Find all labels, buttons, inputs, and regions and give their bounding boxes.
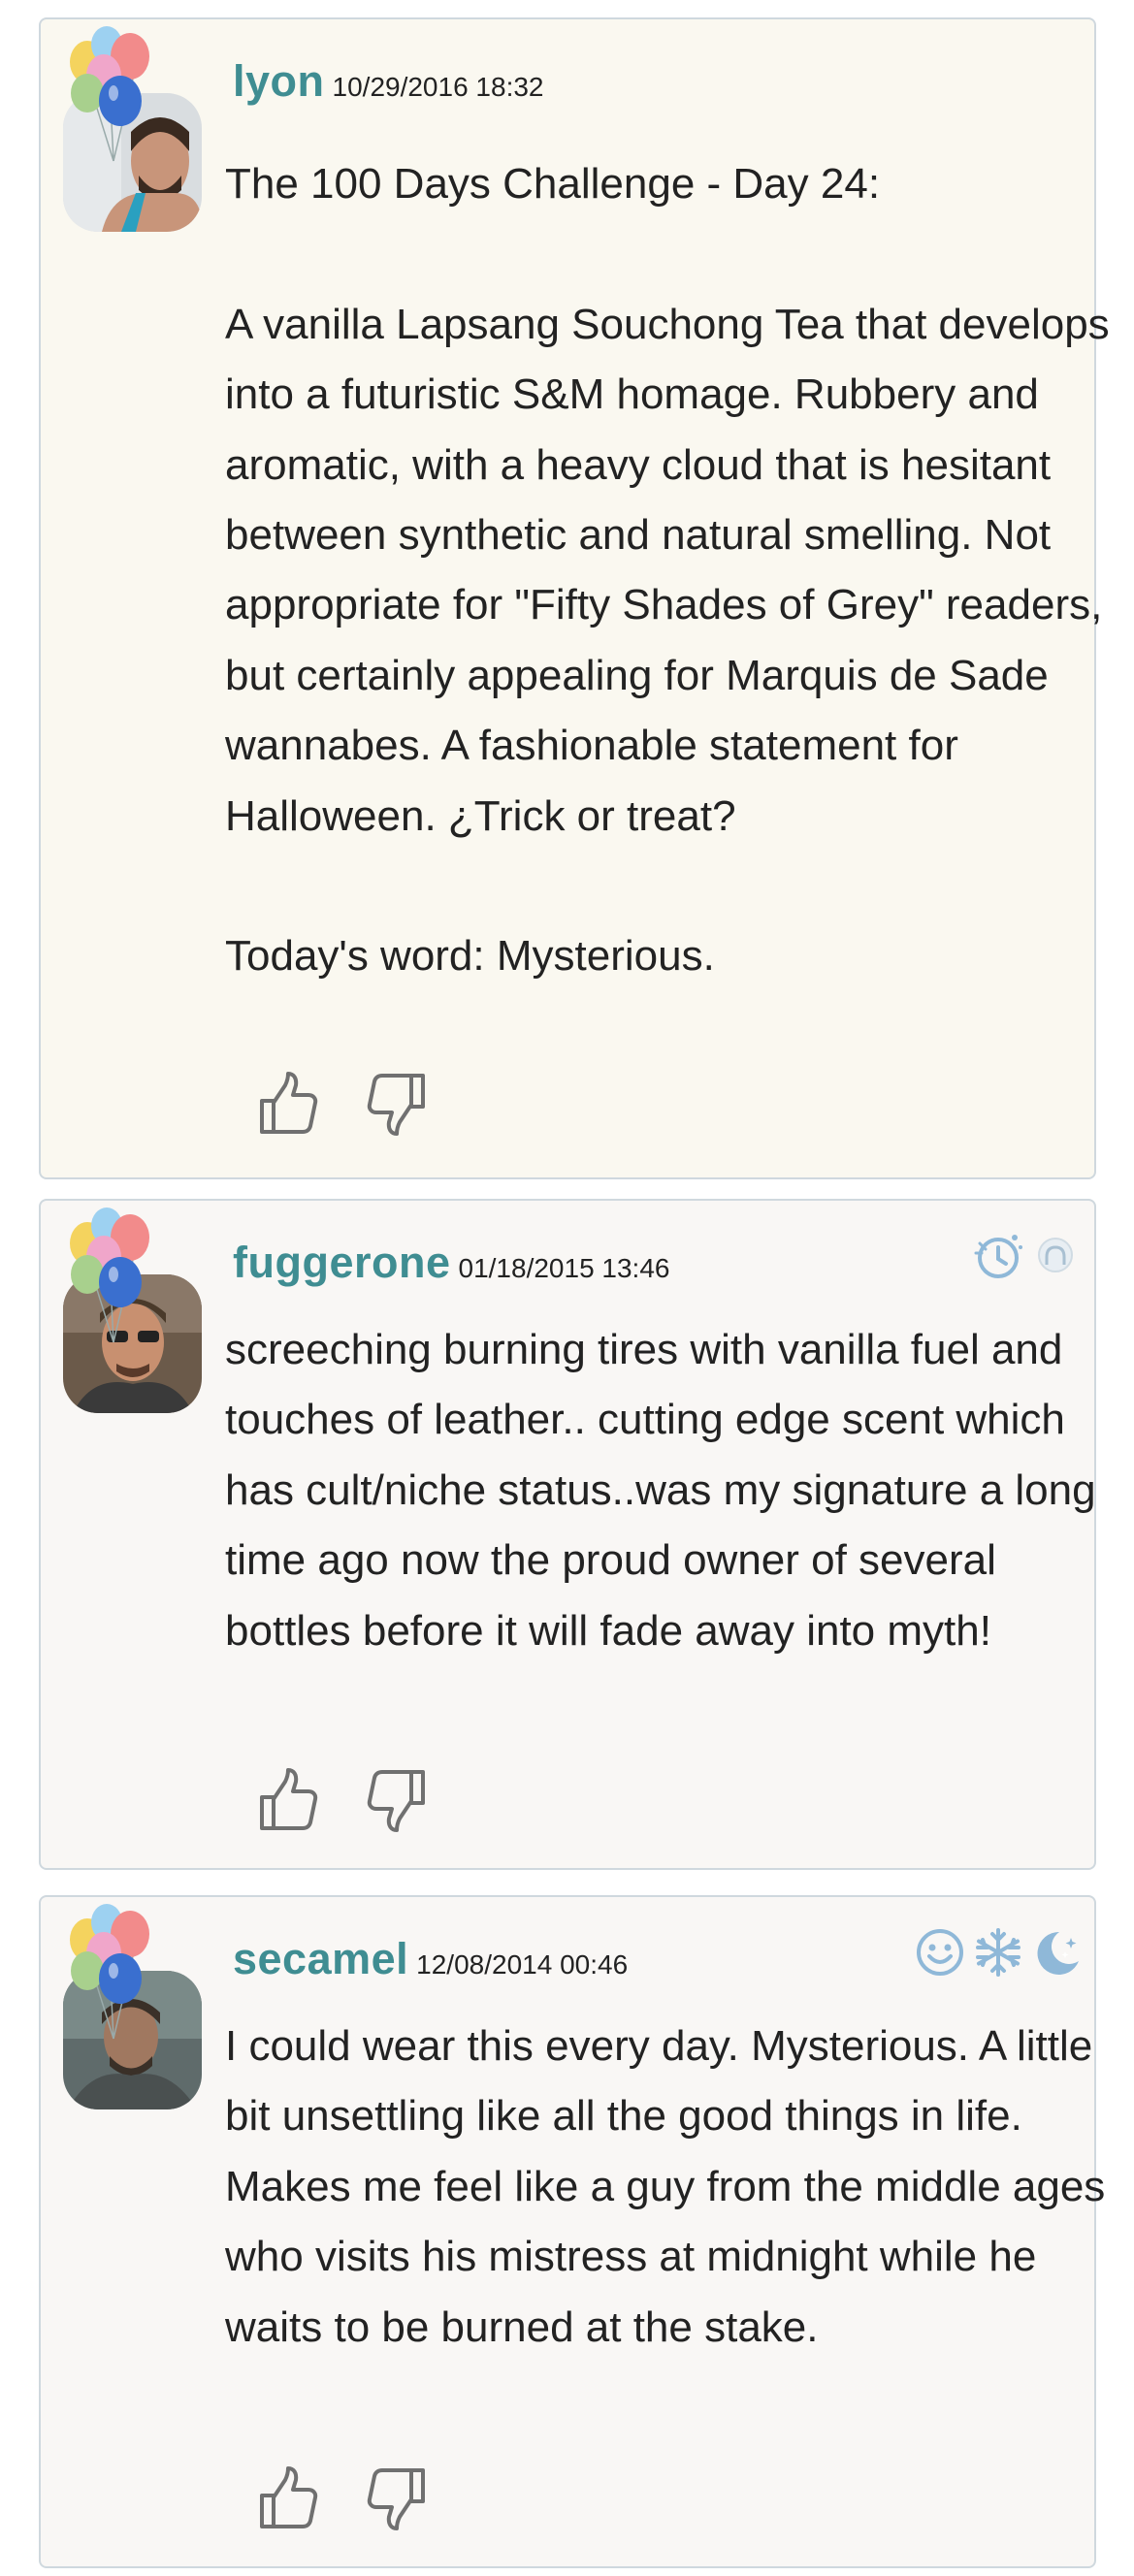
review-header: lyon 10/29/2016 18:32 [233, 56, 544, 107]
avatar-group[interactable] [60, 1903, 206, 2126]
thumbs-down-icon[interactable] [363, 1766, 431, 1834]
username-link[interactable]: lyon [233, 56, 325, 106]
thumbs-up-icon[interactable] [254, 1766, 322, 1834]
avatar-group[interactable] [60, 1207, 206, 1430]
vote-controls [254, 1070, 448, 1138]
thumbs-up-icon[interactable] [254, 1070, 322, 1138]
username-link[interactable]: secamel [233, 1934, 408, 1983]
review-card: secamel 12/08/2014 00:46 I could wear th… [39, 1895, 1105, 2568]
user-silhouette-icon[interactable] [1036, 1236, 1075, 1274]
snowflake-icon[interactable] [972, 1926, 1024, 1979]
thumbs-up-icon[interactable] [254, 2464, 322, 2532]
badge-group [914, 1926, 1088, 1984]
vote-controls [254, 1766, 448, 1834]
balloons-icon [60, 1903, 167, 2048]
avatar-group[interactable] [60, 25, 206, 248]
review-text: I could wear this every day. Mysterious.… [225, 2022, 1106, 2351]
balloons-icon [60, 25, 167, 171]
clock-icon[interactable] [972, 1230, 1024, 1282]
thumbs-down-icon[interactable] [363, 2464, 431, 2532]
review-timestamp: 12/08/2014 00:46 [416, 1949, 629, 1980]
review-text: screeching burning tires with vanilla fu… [225, 1326, 1096, 1655]
balloons-icon [60, 1207, 167, 1352]
review-card: lyon 10/29/2016 18:32 The 100 Days Challe… [39, 17, 1110, 1179]
review-timestamp: 01/18/2015 13:46 [458, 1253, 670, 1283]
vote-controls [254, 2464, 448, 2532]
review-card: fuggerone 01/18/2015 13:46 screeching bur… [39, 1199, 1096, 1870]
thumbs-down-icon[interactable] [363, 1070, 431, 1138]
review-header: secamel 12/08/2014 00:46 [233, 1934, 628, 1984]
moon-icon[interactable] [1030, 1926, 1083, 1979]
username-link[interactable]: fuggerone [233, 1238, 451, 1287]
review-header: fuggerone 01/18/2015 13:46 [233, 1238, 669, 1288]
badge-group [972, 1230, 1088, 1288]
review-timestamp: 10/29/2016 18:32 [332, 72, 544, 102]
review-text: The 100 Days Challenge - Day 24: A vanil… [225, 160, 1110, 981]
smiley-icon[interactable] [914, 1926, 966, 1979]
